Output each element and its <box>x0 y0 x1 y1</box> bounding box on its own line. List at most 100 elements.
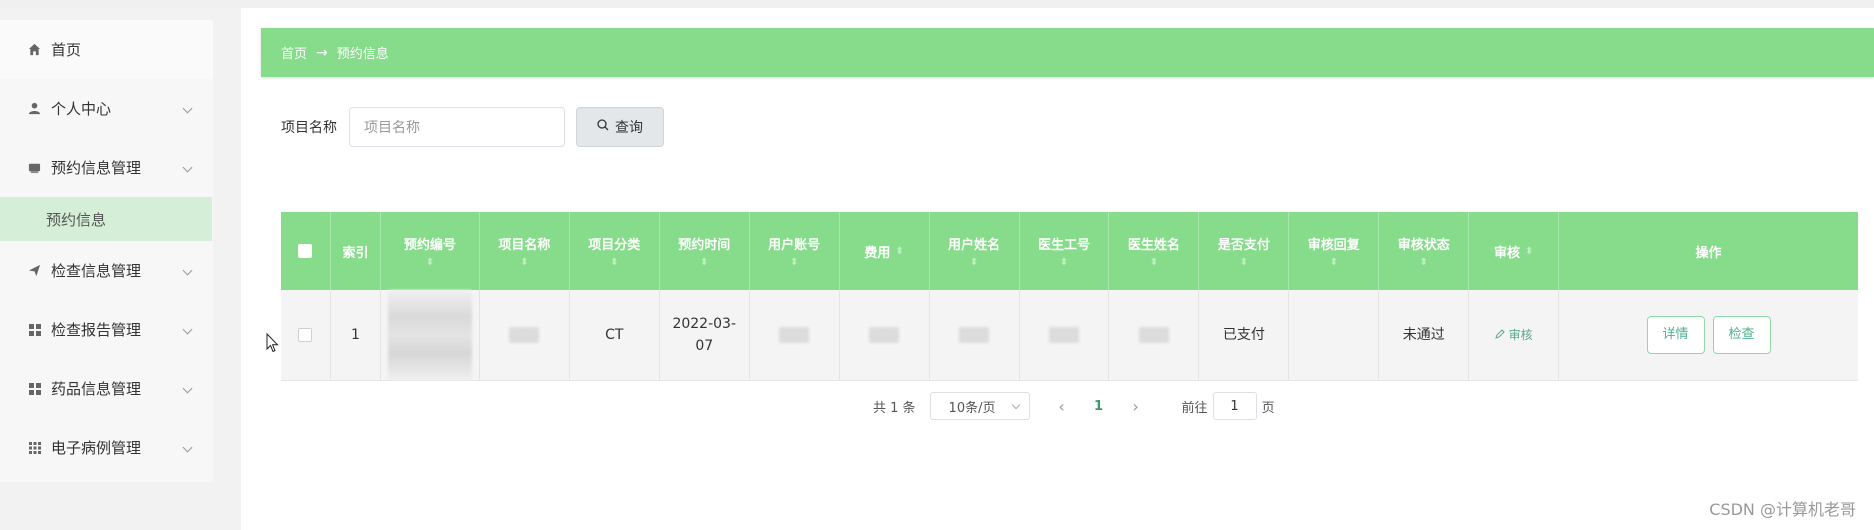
header-actions: 操作 <box>1695 245 1722 261</box>
chevron-down-icon <box>182 324 193 334</box>
redacted-value <box>1138 327 1169 343</box>
header-doctor-name[interactable]: 医生姓名 ⬍ <box>1109 212 1200 290</box>
sort-icon[interactable]: ⬍ <box>700 257 708 268</box>
redacted-value <box>869 327 900 343</box>
sidebar-item-check-management[interactable]: 检查信息管理 <box>0 241 213 300</box>
chevron-down-icon <box>182 383 193 393</box>
page-number-current[interactable]: 1 <box>1084 399 1114 414</box>
sidebar-item-label: 检查报告管理 <box>51 321 142 339</box>
sort-icon[interactable]: ⬍ <box>970 257 978 268</box>
sidebar-item-report-management[interactable]: 检查报告管理 <box>0 300 213 359</box>
page-size-select[interactable]: 10条/页 <box>929 392 1030 420</box>
sidebar-item-home[interactable]: 首页 <box>0 20 222 79</box>
redacted-value <box>1048 327 1079 343</box>
sidebar: 首页 个人中心 预约信息管理 预约信息 检查信息管理 检查报告管理 药品信息管理… <box>0 20 222 482</box>
table-row: 1 CT 2022-03-07 已支付 未通过 审核 详情 检查 <box>281 290 1858 381</box>
sort-icon[interactable]: ⬍ <box>790 257 798 268</box>
sidebar-item-appointment-management[interactable]: 预约信息管理 <box>0 138 213 197</box>
cell-doctor-name <box>1109 290 1200 380</box>
cell-doctor-id <box>1020 290 1110 380</box>
cell-audit-status: 未通过 <box>1379 290 1470 380</box>
header-audit-status[interactable]: 审核状态 ⬍ <box>1379 212 1470 290</box>
sort-icon[interactable]: ⬍ <box>610 257 618 268</box>
home-icon <box>27 42 42 57</box>
search-placeholder: 项目名称 <box>364 120 420 136</box>
watermark: CSDN @计算机老哥 <box>1709 500 1856 519</box>
edit-icon <box>1494 324 1505 346</box>
cell-user-name <box>930 290 1020 380</box>
header-project-name[interactable]: 项目名称 ⬍ <box>480 212 570 290</box>
sort-icon[interactable]: ⬍ <box>1525 246 1533 257</box>
breadcrumb-home[interactable]: 首页 <box>281 43 307 62</box>
detail-button[interactable]: 详情 <box>1646 316 1705 354</box>
next-page-icon[interactable]: › <box>1128 397 1144 416</box>
select-all-cell <box>281 212 331 290</box>
redacted-value <box>959 327 990 343</box>
chevron-down-icon <box>182 162 193 172</box>
sort-icon[interactable]: ⬍ <box>1150 257 1158 268</box>
sidebar-item-label: 预约信息管理 <box>51 159 142 177</box>
sort-icon[interactable]: ⬍ <box>895 246 903 257</box>
sidebar-item-label: 首页 <box>51 41 82 59</box>
header-doctor-id[interactable]: 医生工号 ⬍ <box>1020 212 1110 290</box>
sort-icon[interactable]: ⬍ <box>520 257 528 268</box>
header-audit[interactable]: 审核 ⬍ <box>1469 212 1560 290</box>
search-input[interactable]: 项目名称 <box>349 107 565 147</box>
search-button-label: 查询 <box>615 120 643 136</box>
sort-icon[interactable]: ⬍ <box>426 257 434 268</box>
sidebar-item-label: 药品信息管理 <box>51 380 142 398</box>
sidebar-gutter <box>213 20 241 530</box>
sidebar-item-label: 电子病例管理 <box>51 439 142 457</box>
sidebar-subitem-label: 预约信息 <box>46 210 107 229</box>
sort-icon[interactable]: ⬍ <box>1060 257 1068 268</box>
cell-actions: 详情 检查 <box>1559 290 1858 380</box>
sort-icon[interactable]: ⬍ <box>1420 257 1428 268</box>
chevron-down-icon <box>1011 400 1020 410</box>
sidebar-item-personal-center[interactable]: 个人中心 <box>0 79 213 138</box>
mouse-cursor-icon <box>266 333 279 353</box>
header-index: 索引 <box>331 212 381 290</box>
page-suffix: 页 <box>1261 400 1275 416</box>
user-icon <box>27 101 42 116</box>
cell-audit-reply <box>1289 290 1380 380</box>
pagination: 共 1 条 10条/页 ‹ 1 › 前往 1 页 <box>873 392 1275 420</box>
header-appointment-no[interactable]: 预约编号 ⬍ <box>381 212 480 290</box>
pagination-total: 共 1 条 <box>873 400 916 416</box>
check-button[interactable]: 检查 <box>1712 316 1771 354</box>
cell-fee <box>840 290 930 380</box>
cell-user-account <box>750 290 840 380</box>
send-icon <box>27 263 42 278</box>
header-is-paid[interactable]: 是否支付 ⬍ <box>1199 212 1290 290</box>
header-user-account[interactable]: 用户账号 ⬍ <box>750 212 840 290</box>
sort-icon[interactable]: ⬍ <box>1330 257 1338 268</box>
grid-dots-icon <box>27 440 42 455</box>
goto-label: 前往 <box>1181 400 1208 416</box>
table-header: 索引 预约编号 ⬍ 项目名称 ⬍ 项目分类 ⬍ 预约时间 ⬍ 用户账号 ⬍ 费用 ⬍ 用户姓… <box>281 212 1858 290</box>
prev-page-icon[interactable]: ‹ <box>1054 397 1070 416</box>
header-fee[interactable]: 费用 ⬍ <box>840 212 930 290</box>
header-audit-reply[interactable]: 审核回复 ⬍ <box>1289 212 1380 290</box>
cell-project-category: CT <box>570 290 660 380</box>
header-appointment-time[interactable]: 预约时间 ⬍ <box>660 212 750 290</box>
chevron-down-icon <box>182 265 193 275</box>
header-project-category[interactable]: 项目分类 ⬍ <box>570 212 660 290</box>
sidebar-item-medical-record-management[interactable]: 电子病例管理 <box>0 418 213 477</box>
folder-icon <box>27 160 42 175</box>
redacted-value <box>387 290 472 380</box>
chevron-down-icon <box>182 103 193 113</box>
cell-index: 1 <box>331 290 381 380</box>
goto-page-input[interactable]: 1 <box>1212 392 1257 420</box>
search-icon <box>597 119 609 135</box>
header-user-name[interactable]: 用户姓名 ⬍ <box>930 212 1020 290</box>
sidebar-subitem-appointment-info[interactable]: 预约信息 <box>0 197 212 241</box>
breadcrumb-separator: → <box>316 44 328 61</box>
cell-project-name <box>480 290 570 380</box>
row-checkbox[interactable] <box>298 328 313 342</box>
select-all-checkbox[interactable] <box>298 244 313 258</box>
search-button[interactable]: 查询 <box>576 107 664 147</box>
sort-icon[interactable]: ⬍ <box>1240 257 1248 268</box>
row-select-cell <box>281 290 331 380</box>
audit-link[interactable]: 审核 <box>1494 324 1533 346</box>
sidebar-item-drug-management[interactable]: 药品信息管理 <box>0 359 213 418</box>
redacted-value <box>779 327 810 343</box>
